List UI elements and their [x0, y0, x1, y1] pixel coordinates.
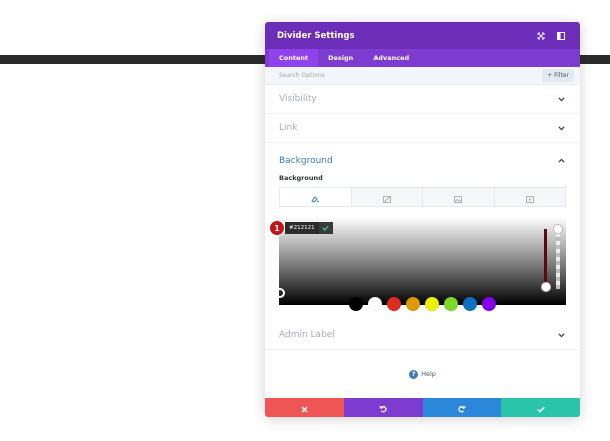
redo-icon — [458, 398, 466, 417]
opacity-slider[interactable] — [556, 229, 560, 289]
swatch-green[interactable] — [444, 297, 458, 311]
color-picker[interactable]: #212121 1 — [269, 217, 566, 311]
bg-tab-gradient[interactable] — [351, 188, 423, 207]
toggle-admin-label-text: Admin Label — [279, 330, 335, 340]
chevron-down-icon — [557, 124, 566, 133]
color-field-handle[interactable] — [275, 288, 285, 298]
modal-header: Divider Settings — [265, 22, 580, 49]
help-icon[interactable]: ? — [409, 369, 419, 379]
background-type-tabs — [279, 187, 566, 207]
chevron-down-icon — [557, 331, 566, 340]
swatch-yellow[interactable] — [425, 297, 439, 311]
swatch-blue[interactable] — [463, 297, 477, 311]
page: Divider Settings Content Design Advanced… — [0, 0, 610, 441]
help-link[interactable]: Help — [421, 370, 436, 378]
hue-slider-handle[interactable] — [541, 282, 551, 292]
chevron-down-icon — [557, 95, 566, 104]
tab-advanced[interactable]: Advanced — [363, 49, 419, 67]
filter-button[interactable]: + Filter — [542, 69, 574, 82]
settings-tabs: Content Design Advanced — [265, 49, 580, 67]
fullscreen-icon[interactable] — [534, 29, 548, 43]
color-icon — [311, 188, 319, 207]
swatch-purple[interactable] — [482, 297, 496, 311]
background-title: Background — [279, 155, 333, 166]
hex-value-box: #212121 — [285, 222, 333, 234]
swatch-red[interactable] — [387, 297, 401, 311]
swatch-orange[interactable] — [406, 297, 420, 311]
check-icon — [536, 398, 545, 417]
dock-sidebar-icon[interactable] — [554, 29, 568, 43]
search-options-bar: Search Options + Filter — [265, 67, 580, 85]
bg-tab-image[interactable] — [423, 188, 495, 206]
background-sublabel: Background — [279, 174, 323, 182]
hue-slider[interactable] — [544, 229, 547, 287]
discard-button[interactable] — [265, 398, 344, 417]
bg-tab-video[interactable] — [494, 188, 565, 207]
save-button[interactable] — [501, 398, 580, 417]
undo-button[interactable] — [343, 398, 423, 417]
undo-icon — [379, 398, 387, 417]
search-options-input[interactable]: Search Options — [279, 72, 542, 79]
toggle-visibility-label: Visibility — [279, 94, 317, 104]
modal-title: Divider Settings — [277, 30, 355, 41]
step-badge: 1 — [269, 220, 285, 236]
modal-footer — [265, 398, 580, 417]
toggle-background[interactable]: Background — [279, 143, 566, 178]
toggle-admin-label[interactable]: Admin Label — [265, 321, 580, 350]
redo-button[interactable] — [422, 398, 502, 417]
toggle-link-label: Link — [279, 123, 298, 133]
chevron-up-icon — [557, 156, 566, 165]
background-section: Background Background #212121 1 — [265, 143, 580, 311]
check-icon[interactable] — [318, 222, 333, 234]
close-icon — [301, 398, 308, 417]
help-row: ? Help — [265, 350, 580, 398]
divider-settings-modal: Divider Settings Content Design Advanced… — [265, 22, 580, 417]
tab-content[interactable]: Content — [269, 49, 319, 67]
swatch-black[interactable] — [349, 297, 363, 311]
hex-value-input[interactable]: #212121 — [285, 222, 319, 234]
toggle-visibility[interactable]: Visibility — [265, 85, 580, 114]
bg-tab-color[interactable] — [280, 188, 352, 206]
color-swatches — [349, 297, 501, 311]
image-icon — [454, 188, 463, 207]
gradient-icon — [382, 188, 391, 207]
swatch-white[interactable] — [368, 297, 382, 311]
toggle-link[interactable]: Link — [265, 114, 580, 143]
video-icon — [525, 188, 534, 207]
tab-design[interactable]: Design — [318, 49, 363, 67]
opacity-slider-handle[interactable] — [553, 224, 563, 234]
